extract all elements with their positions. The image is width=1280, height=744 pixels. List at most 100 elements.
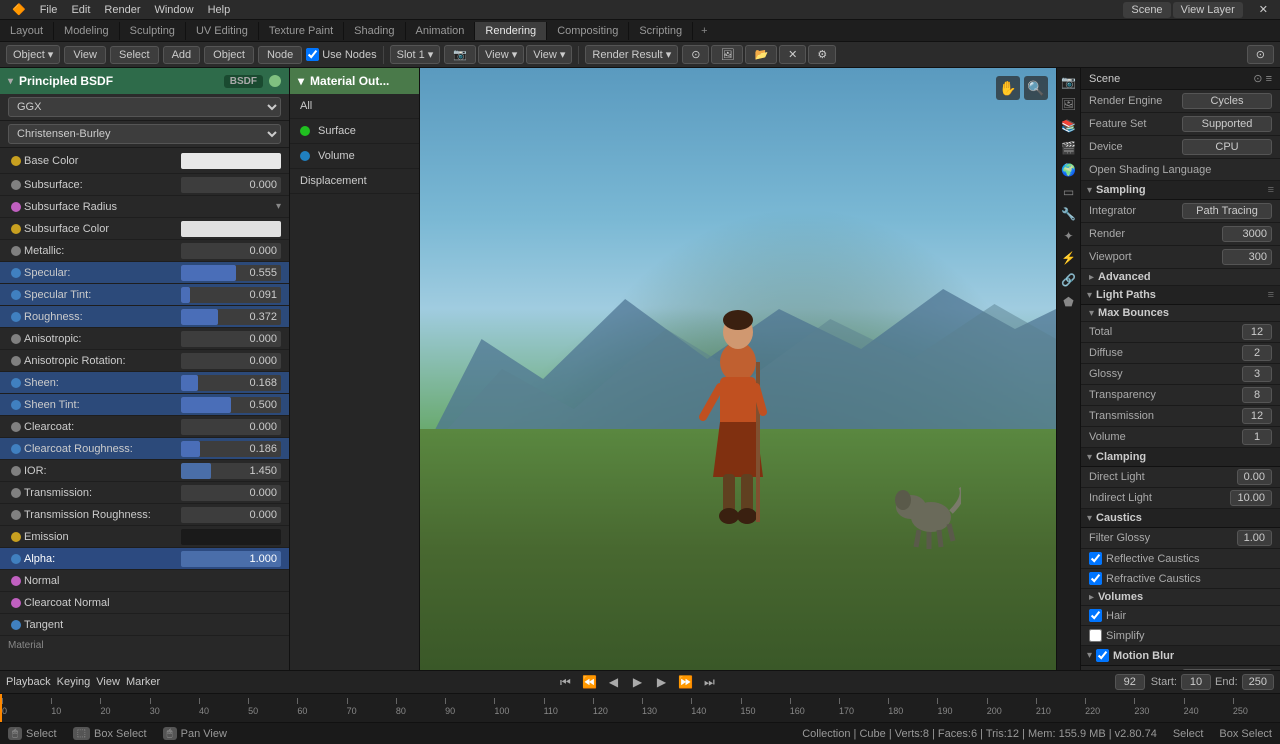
clearcoat-roughness-bar[interactable]: 0.186 — [181, 441, 281, 457]
transmission-bounces-value[interactable]: 12 — [1242, 408, 1272, 424]
tab-compositing[interactable]: Compositing — [547, 22, 629, 40]
volumes-section[interactable]: ▸ Volumes — [1081, 589, 1280, 606]
tab-shading[interactable]: Shading — [344, 22, 405, 40]
slot-dropdown[interactable]: Slot 1 ▾ — [390, 45, 441, 64]
volume-value[interactable]: 1 — [1242, 429, 1272, 445]
emission-row[interactable]: Emission — [0, 526, 289, 548]
ior-bar[interactable]: 1.450 — [181, 463, 281, 479]
glossy-value[interactable]: 3 — [1242, 366, 1272, 382]
indirect-light-value[interactable]: 10.00 — [1230, 490, 1272, 506]
anisotropic-row[interactable]: Anisotropic: 0.000 — [0, 328, 289, 350]
hair-checkbox[interactable] — [1089, 609, 1102, 622]
normal-row[interactable]: Normal — [0, 570, 289, 592]
sheen-bar[interactable]: 0.168 — [181, 375, 281, 391]
subsurface-color-row[interactable]: Subsurface Color — [0, 218, 289, 240]
max-bounces-subsection[interactable]: ▾ Max Bounces — [1081, 305, 1280, 322]
menu-file[interactable]: File — [34, 2, 64, 18]
transmission-bar[interactable]: 0.000 — [181, 485, 281, 501]
tangent-row[interactable]: Tangent — [0, 614, 289, 636]
device-dropdown[interactable]: CPU — [1182, 139, 1272, 155]
specular-bar[interactable]: 0.555 — [181, 265, 281, 281]
mat-header-arrow[interactable]: ▾ — [298, 74, 304, 88]
select-button[interactable]: Select — [110, 46, 159, 64]
transmission-roughness-row[interactable]: Transmission Roughness: 0.000 — [0, 504, 289, 526]
base-color-swatch[interactable] — [181, 153, 281, 169]
feature-set-dropdown[interactable]: Supported — [1182, 116, 1272, 132]
mat-item-surface[interactable]: Surface — [290, 119, 419, 144]
tab-scripting[interactable]: Scripting — [629, 22, 693, 40]
window-controls[interactable]: ✕ — [1253, 1, 1274, 18]
render-engine-dropdown[interactable]: Cycles — [1182, 93, 1272, 109]
timeline-keying-label[interactable]: Keying — [57, 676, 91, 688]
viewport-samples-input[interactable]: 300 — [1222, 249, 1272, 265]
clearcoat-row[interactable]: Clearcoat: 0.000 — [0, 416, 289, 438]
jump-start-btn[interactable]: ⏮ — [556, 673, 574, 691]
cam-icon-btn[interactable]: 📷 — [444, 45, 476, 64]
constraints-icon[interactable]: 🔗 — [1059, 270, 1079, 290]
transmission-roughness-bar[interactable]: 0.000 — [181, 507, 281, 523]
distribution-select[interactable]: GGX — [8, 97, 281, 117]
object-button[interactable]: Object — [204, 46, 254, 64]
particles-icon[interactable]: ✦ — [1059, 226, 1079, 246]
render-result-dropdown[interactable]: Render Result ▾ — [585, 45, 678, 64]
specular-tint-row[interactable]: Specular Tint: 0.091 — [0, 284, 289, 306]
subsurface-bar[interactable]: 0.000 — [181, 177, 281, 193]
filter-glossy-value[interactable]: 1.00 — [1237, 530, 1272, 546]
render-controls-5[interactable]: ⚙ — [808, 45, 836, 64]
motion-blur-checkbox[interactable] — [1096, 649, 1109, 662]
view-button[interactable]: View — [64, 46, 106, 64]
render-view-dropdown[interactable]: View▾ — [526, 45, 572, 64]
next-keyframe-btn[interactable]: ⏩ — [676, 673, 694, 691]
scene-properties-icon[interactable]: 🎬 — [1059, 138, 1079, 158]
scene-selector[interactable]: Scene — [1123, 2, 1170, 18]
render-properties-icon[interactable]: 📷 — [1059, 72, 1079, 92]
prev-keyframe-btn[interactable]: ⏪ — [580, 673, 598, 691]
subsurface-radius-expand[interactable]: ▾ — [276, 201, 281, 212]
world-properties-icon[interactable]: 🌍 — [1059, 160, 1079, 180]
view-layer-properties-icon[interactable]: 📚 — [1059, 116, 1079, 136]
menu-edit[interactable]: Edit — [65, 2, 96, 18]
sheen-tint-row[interactable]: Sheen Tint: 0.500 — [0, 394, 289, 416]
subsurface-radius-row[interactable]: Subsurface Radius ▾ — [0, 196, 289, 218]
play-btn[interactable]: ▶ — [628, 673, 646, 691]
output-properties-icon[interactable]: 🖼 — [1059, 94, 1079, 114]
subsurface-method-row[interactable]: Christensen-Burley — [0, 121, 289, 148]
specular-tint-bar[interactable]: 0.091 — [181, 287, 281, 303]
use-nodes-checkbox[interactable]: Use Nodes — [306, 48, 376, 61]
render-controls-3[interactable]: 📂 — [745, 45, 777, 64]
specular-row[interactable]: Specular: 0.555 — [0, 262, 289, 284]
material-icon[interactable]: ⬟ — [1059, 292, 1079, 312]
node-button[interactable]: Node — [258, 46, 302, 64]
render-controls-2[interactable]: 🖼 — [711, 45, 743, 64]
current-frame[interactable]: 92 — [1115, 674, 1145, 690]
simplify-checkbox[interactable] — [1089, 629, 1102, 642]
next-frame-btn[interactable]: ▶ — [652, 673, 670, 691]
metallic-row[interactable]: Metallic: 0.000 — [0, 240, 289, 262]
sampling-section[interactable]: ▾ Sampling ≡ — [1081, 181, 1280, 200]
clearcoat-normal-row[interactable]: Clearcoat Normal — [0, 592, 289, 614]
refractive-caustics-checkbox[interactable] — [1089, 572, 1102, 585]
anisotropic-rotation-bar[interactable]: 0.000 — [181, 353, 281, 369]
viewport-zoom-btn[interactable]: 🔍 — [1024, 76, 1048, 100]
object-properties-icon[interactable]: ▭ — [1059, 182, 1079, 202]
render-controls-1[interactable]: ⊙ — [682, 45, 709, 64]
start-frame[interactable]: 10 — [1181, 674, 1211, 690]
caustics-section[interactable]: ▾ Caustics — [1081, 509, 1280, 528]
motion-blur-section[interactable]: ▾ Motion Blur — [1081, 646, 1280, 666]
mat-item-volume[interactable]: Volume — [290, 144, 419, 169]
anisotropic-bar[interactable]: 0.000 — [181, 331, 281, 347]
diffuse-value[interactable]: 2 — [1242, 345, 1272, 361]
right-icons[interactable]: ⊙ — [1247, 45, 1274, 64]
roughness-bar[interactable]: 0.372 — [181, 309, 281, 325]
alpha-bar[interactable]: 1.000 — [181, 551, 281, 567]
physics-icon[interactable]: ⚡ — [1059, 248, 1079, 268]
view2-dropdown[interactable]: View▾ — [478, 45, 524, 64]
menu-window[interactable]: Window — [148, 2, 199, 18]
ior-row[interactable]: IOR: 1.450 — [0, 460, 289, 482]
anisotropic-rotation-row[interactable]: Anisotropic Rotation: 0.000 — [0, 350, 289, 372]
menu-blender[interactable]: 🔶 — [6, 1, 32, 18]
roughness-row[interactable]: Roughness: 0.372 — [0, 306, 289, 328]
viewport-navigate-btn[interactable]: ✋ — [996, 76, 1020, 100]
tab-uv-editing[interactable]: UV Editing — [186, 22, 259, 40]
alpha-row[interactable]: Alpha: 1.000 — [0, 548, 289, 570]
